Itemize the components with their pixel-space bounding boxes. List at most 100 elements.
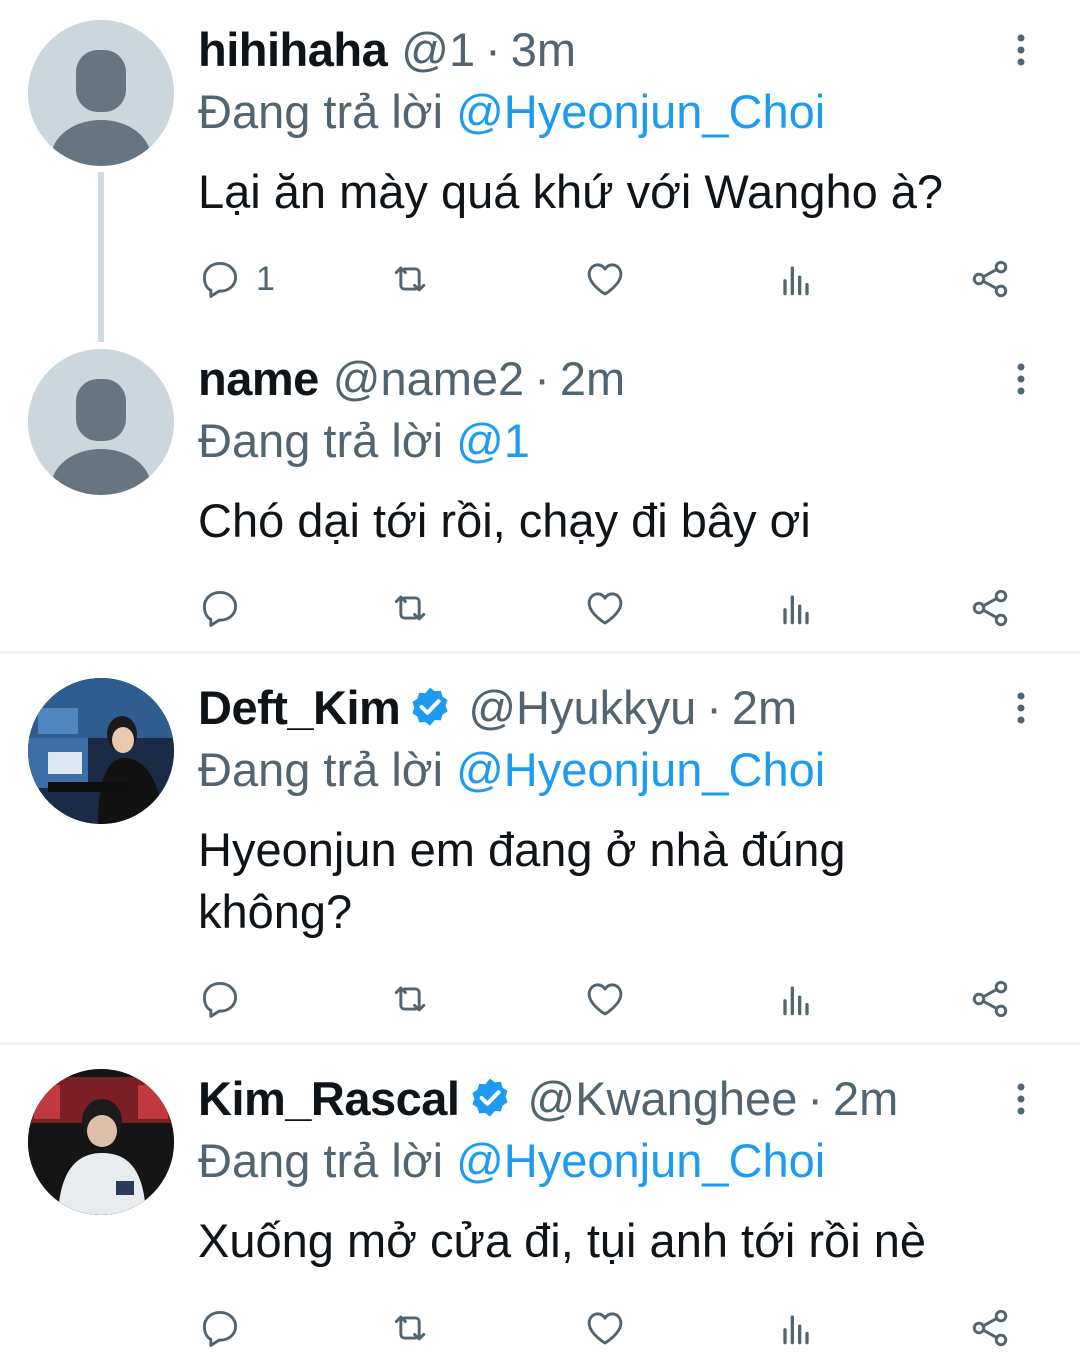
more-icon bbox=[1017, 34, 1025, 66]
retweet-icon bbox=[388, 1306, 432, 1350]
separator-dot: · bbox=[485, 23, 501, 76]
analytics-button[interactable] bbox=[774, 1303, 818, 1353]
default-avatar-icon bbox=[28, 349, 174, 495]
tweet-text: Hyeonjun em đang ở nhà đúng không? bbox=[198, 823, 846, 938]
analytics-icon bbox=[774, 1306, 818, 1350]
separator-dot: · bbox=[807, 1072, 823, 1125]
retweet-button[interactable] bbox=[388, 974, 432, 1024]
tweet-header: Deft_Kim @Hyukkyu · 2m bbox=[198, 678, 797, 738]
separator-dot: · bbox=[534, 352, 550, 405]
replying-to-label: Đang trả lời bbox=[198, 414, 444, 467]
tweet-header: name @name2 · 2m bbox=[198, 349, 625, 409]
reply-icon bbox=[198, 977, 242, 1021]
separator-dot: · bbox=[706, 681, 722, 734]
reply-button[interactable] bbox=[198, 1303, 242, 1353]
tweet-text: Lại ăn mày quá khứ với Wangho à? bbox=[198, 165, 944, 218]
share-button[interactable] bbox=[968, 1303, 1012, 1353]
like-icon bbox=[583, 257, 627, 301]
avatar[interactable] bbox=[28, 349, 174, 495]
replying-to-label: Đang trả lời bbox=[198, 743, 444, 796]
verified-badge-icon bbox=[406, 684, 454, 732]
more-options-button[interactable] bbox=[1003, 20, 1039, 80]
replying-to: Đang trả lời @1 bbox=[198, 411, 530, 471]
default-avatar-icon bbox=[28, 20, 174, 166]
timestamp[interactable]: 2m bbox=[560, 349, 625, 409]
mention-link[interactable]: @Hyeonjun_Choi bbox=[456, 85, 825, 138]
timestamp[interactable]: 2m bbox=[833, 1069, 898, 1129]
avatar[interactable] bbox=[28, 678, 174, 824]
share-button[interactable] bbox=[968, 254, 1012, 304]
like-button[interactable] bbox=[583, 974, 627, 1024]
replying-to: Đang trả lời @Hyeonjun_Choi bbox=[198, 1131, 825, 1191]
action-bar bbox=[198, 1303, 1028, 1353]
analytics-button[interactable] bbox=[774, 254, 818, 304]
action-bar bbox=[198, 974, 1028, 1024]
handle[interactable]: @Hyukkyu bbox=[468, 678, 696, 738]
reply-count: 1 bbox=[256, 259, 275, 298]
like-icon bbox=[583, 977, 627, 1021]
retweet-button[interactable] bbox=[388, 583, 432, 633]
analytics-icon bbox=[774, 257, 818, 301]
like-button[interactable] bbox=[583, 254, 627, 304]
retweet-icon bbox=[388, 977, 432, 1021]
display-name[interactable]: Kim_Rascal bbox=[198, 1069, 460, 1129]
handle[interactable]: @name2 bbox=[333, 349, 524, 409]
replying-to-label: Đang trả lời bbox=[198, 85, 444, 138]
tweet-header: hihihaha @1 · 3m bbox=[198, 20, 576, 80]
more-icon bbox=[1017, 363, 1025, 395]
display-name[interactable]: name bbox=[198, 349, 319, 409]
share-button[interactable] bbox=[968, 974, 1012, 1024]
mention-link[interactable]: @1 bbox=[456, 414, 530, 467]
tweet-text: Chó dại tới rồi, chạy đi bây ơi bbox=[198, 494, 811, 547]
handle[interactable]: @1 bbox=[401, 20, 475, 80]
mention-link[interactable]: @Hyeonjun_Choi bbox=[456, 743, 825, 796]
more-icon bbox=[1017, 692, 1025, 724]
replying-to: Đang trả lời @Hyeonjun_Choi bbox=[198, 740, 825, 800]
share-button[interactable] bbox=[968, 583, 1012, 633]
profile-photo bbox=[28, 1069, 174, 1215]
analytics-button[interactable] bbox=[774, 583, 818, 633]
action-bar bbox=[198, 583, 1028, 633]
profile-photo bbox=[28, 678, 174, 824]
share-icon bbox=[968, 257, 1012, 301]
retweet-button[interactable] bbox=[388, 254, 432, 304]
timestamp[interactable]: 2m bbox=[732, 678, 797, 738]
more-options-button[interactable] bbox=[1003, 349, 1039, 409]
analytics-button[interactable] bbox=[774, 974, 818, 1024]
timestamp[interactable]: 3m bbox=[511, 20, 576, 80]
avatar[interactable] bbox=[28, 1069, 174, 1215]
action-bar: 1 bbox=[198, 254, 1028, 304]
display-name[interactable]: Deft_Kim bbox=[198, 678, 401, 738]
display-name[interactable]: hihihaha bbox=[198, 20, 388, 80]
tweet-header: Kim_Rascal @Kwanghee · 2m bbox=[198, 1069, 898, 1129]
share-icon bbox=[968, 586, 1012, 630]
reply-icon bbox=[198, 586, 242, 630]
handle[interactable]: @Kwanghee bbox=[528, 1069, 798, 1129]
replying-to-label: Đang trả lời bbox=[198, 1134, 444, 1187]
divider bbox=[0, 1042, 1080, 1045]
tweet-text: Xuống mở cửa đi, tụi anh tới rồi nè bbox=[198, 1214, 926, 1267]
more-options-button[interactable] bbox=[1003, 1069, 1039, 1129]
replying-to: Đang trả lời @Hyeonjun_Choi bbox=[198, 82, 825, 142]
like-icon bbox=[583, 1306, 627, 1350]
avatar[interactable] bbox=[28, 20, 174, 166]
reply-icon bbox=[198, 257, 242, 301]
analytics-icon bbox=[774, 977, 818, 1021]
thread-line bbox=[98, 172, 104, 342]
more-icon bbox=[1017, 1083, 1025, 1115]
reply-button[interactable] bbox=[198, 974, 242, 1024]
retweet-button[interactable] bbox=[388, 1303, 432, 1353]
retweet-icon bbox=[388, 586, 432, 630]
share-icon bbox=[968, 977, 1012, 1021]
verified-badge-icon bbox=[466, 1075, 514, 1123]
like-icon bbox=[583, 586, 627, 630]
reply-button[interactable]: 1 bbox=[198, 254, 275, 304]
more-options-button[interactable] bbox=[1003, 678, 1039, 738]
reply-button[interactable] bbox=[198, 583, 242, 633]
retweet-icon bbox=[388, 257, 432, 301]
like-button[interactable] bbox=[583, 583, 627, 633]
mention-link[interactable]: @Hyeonjun_Choi bbox=[456, 1134, 825, 1187]
like-button[interactable] bbox=[583, 1303, 627, 1353]
analytics-icon bbox=[774, 586, 818, 630]
divider bbox=[0, 651, 1080, 654]
